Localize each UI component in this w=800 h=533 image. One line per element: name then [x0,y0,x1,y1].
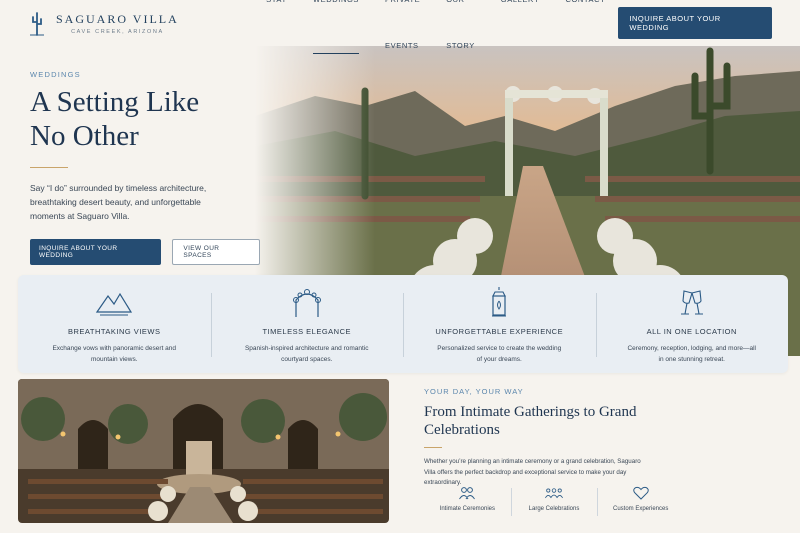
feature-item: BREATHTAKING VIEWS Exchange vows with pa… [18,275,211,373]
features-card: BREATHTAKING VIEWS Exchange vows with pa… [18,275,788,373]
site-header: SAGUARO VILLA CAVE CREEK, ARIZONA STAY W… [0,0,800,54]
nav-weddings[interactable]: WEDDINGS [300,0,372,69]
couple-icon [459,487,476,500]
feature-item: UNFORGETTABLE EXPERIENCE Personalized se… [403,275,596,373]
section-description: Whether you’re planning an intimate cere… [424,458,641,486]
inquire-header-button[interactable]: INQUIRE ABOUT YOUR WEDDING [618,7,772,39]
main-nav: STAY WEDDINGS PRIVATE EVENTS OUR STORY G… [253,0,618,69]
feature-description: Spanish-inspired architecture and romant… [244,345,369,363]
logo[interactable]: SAGUARO VILLA CAVE CREEK, ARIZONA [28,10,225,36]
brand-name: SAGUARO VILLA [56,11,179,26]
courtyard-image [18,379,389,523]
option-large-celebrations[interactable]: Large Celebrations [510,486,598,516]
nav-our-story[interactable]: OUR STORY [433,0,488,69]
feature-item: TIMELESS ELEGANCE Spanish-inspired archi… [210,275,404,373]
hero-title: A Setting Like No Other [30,85,260,153]
feature-title: UNFORGETTABLE EXPERIENCE [435,327,564,336]
nav-gallery[interactable]: GALLERY [488,0,553,69]
feature-description: Exchange vows with panoramic desert and … [52,345,177,363]
hero-title-line2: No Other [30,120,139,152]
feature-item: ALL IN ONE LOCATION Ceremony, reception,… [595,275,789,373]
feature-title: BREATHTAKING VIEWS [68,327,161,336]
gold-divider [30,167,68,168]
feature-description: Ceremony, reception, lodging, and more—a… [627,345,756,363]
gold-divider [424,447,442,448]
feature-description: Personalized service to create the weddi… [437,345,562,363]
champagne-icon [680,290,703,315]
nav-contact[interactable]: CONTACT [552,0,618,69]
mountains-icon [96,292,133,316]
hero-eyebrow: WEDDINGS [30,70,81,79]
option-intimate-ceremonies[interactable]: Intimate Ceremonies [424,486,511,512]
group-icon [545,488,563,499]
saguaro-logo-icon [30,12,44,36]
lantern-icon [492,287,507,317]
hero-content: WEDDINGS A Setting Like No Other Say “I … [30,70,260,265]
brand-location: CAVE CREEK, ARIZONA [71,28,164,35]
section-eyebrow: YOUR DAY, YOUR WAY [424,387,524,396]
nav-private-events[interactable]: PRIVATE EVENTS [372,0,433,69]
view-spaces-button[interactable]: VIEW OUR SPACES [172,239,260,265]
feature-title: ALL IN ONE LOCATION [646,327,737,336]
floral-arch-icon [292,289,321,317]
hero-title-line1: A Setting Like [30,86,200,118]
heart-icon [632,486,649,500]
hero-description: Say “I do” surrounded by timeless archit… [30,183,207,221]
feature-title: TIMELESS ELEGANCE [262,327,352,336]
inquire-hero-button[interactable]: INQUIRE ABOUT YOUR WEDDING [30,239,162,265]
option-custom-experiences[interactable]: Custom Experiences [597,486,684,516]
option-label: Custom Experiences [613,506,669,512]
nav-stay[interactable]: STAY [253,0,300,69]
option-label: Large Celebrations [528,506,580,512]
section-title: From Intimate Gatherings to Grand Celebr… [424,404,637,438]
option-label: Intimate Ceremonies [439,506,496,512]
celebrations-section: YOUR DAY, YOUR WAY From Intimate Gatheri… [424,387,684,489]
event-options: Intimate Ceremonies Large Celebrations C… [424,486,684,516]
